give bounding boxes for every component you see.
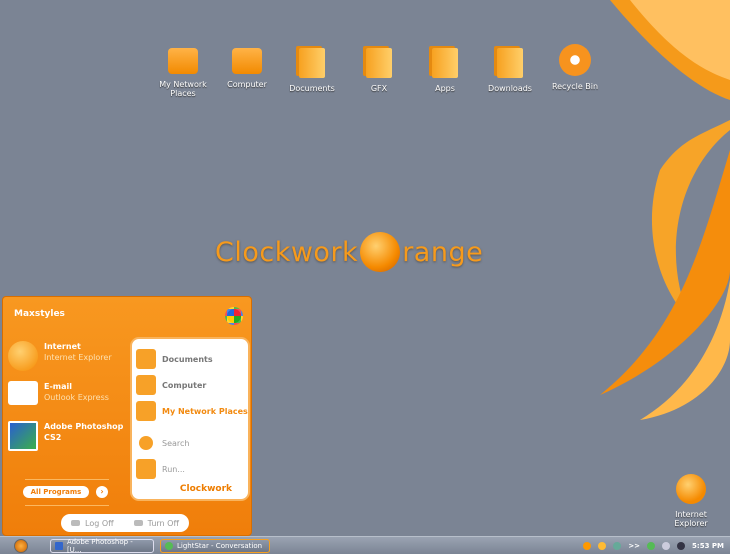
pinned-email[interactable]: E-mail Outlook Express (8, 381, 109, 405)
network-icon (136, 401, 156, 421)
clockwork-brand: Clockwork (179, 484, 232, 494)
folder-icon (493, 44, 527, 78)
log-off-button[interactable]: Log Off (71, 519, 114, 528)
network-icon (168, 48, 198, 74)
task-photoshop[interactable]: Adobe Photoshop - [U... (50, 538, 154, 554)
desktop-icon-computer[interactable]: Computer (215, 44, 279, 89)
all-programs-button[interactable]: All Programs (23, 486, 89, 498)
tray-orange-icon[interactable] (583, 541, 592, 550)
divider (25, 479, 109, 480)
orange-ball-icon (360, 232, 401, 272)
desktop-icon-recycle-bin[interactable]: Recycle Bin (543, 44, 607, 91)
task-lightstar[interactable]: LightStar - Conversation (160, 538, 270, 553)
tray-audio-icon[interactable] (662, 541, 671, 550)
photoshop-icon (55, 541, 63, 550)
desktop-icon-my-network-places[interactable]: My Network Places (151, 44, 215, 98)
internet-explorer-icon (676, 474, 706, 504)
menu-item-run[interactable]: Run... (136, 459, 185, 479)
search-icon (139, 436, 153, 450)
clockwork-orange-logo: Clockwork range (215, 232, 483, 272)
documents-icon (136, 349, 156, 369)
run-icon (136, 459, 156, 479)
desktop-icon-apps[interactable]: Apps (413, 44, 477, 93)
messenger-icon (165, 541, 173, 550)
folder-icon (428, 44, 462, 78)
menu-item-documents[interactable]: Documents (136, 349, 213, 369)
desktop-icon-gfx[interactable]: GFX (347, 44, 411, 93)
user-name: Maxstyles (14, 309, 65, 319)
tray-messenger-icon[interactable] (647, 541, 656, 550)
power-bar: Log Off Turn Off (61, 514, 189, 532)
divider (25, 505, 109, 506)
menu-item-search[interactable]: Search (136, 433, 189, 453)
tray-overflow-button[interactable]: >> (628, 542, 640, 550)
documents-icon (295, 44, 329, 78)
clock[interactable]: 5:53 PM (692, 542, 724, 550)
recycle-bin-icon (559, 44, 591, 76)
start-menu: Maxstyles Internet Internet Explorer E-ma… (2, 296, 252, 536)
photoshop-feather-icon (8, 421, 38, 451)
all-programs-arrow-icon[interactable]: › (96, 486, 108, 498)
turn-off-icon (133, 520, 143, 526)
system-tray: >> 5:53 PM (583, 541, 730, 550)
computer-icon (232, 48, 262, 74)
desktop-icon-documents[interactable]: Documents (280, 44, 344, 93)
start-button[interactable] (14, 538, 28, 553)
pinned-internet[interactable]: Internet Internet Explorer (8, 341, 112, 371)
menu-item-computer[interactable]: Computer (136, 375, 206, 395)
desktop-icon-downloads[interactable]: Downloads (478, 44, 542, 93)
tray-power-icon[interactable] (677, 541, 686, 550)
taskbar: Adobe Photoshop - [U... LightStar - Conv… (0, 536, 730, 554)
log-off-icon (71, 520, 80, 526)
email-icon (8, 381, 38, 405)
turn-off-button[interactable]: Turn Off (133, 519, 179, 528)
folder-icon (362, 44, 396, 78)
places-panel: Documents Computer My Network Places Sea… (130, 337, 250, 501)
computer-icon (136, 375, 156, 395)
pinned-photoshop[interactable]: Adobe Photoshop CS2 (8, 421, 123, 451)
tray-clock-icon[interactable] (598, 541, 607, 550)
desktop-icon-internet-explorer[interactable]: Internet Explorer (659, 474, 723, 528)
tray-network-icon[interactable] (613, 541, 622, 550)
windows-flag-icon (225, 307, 243, 325)
internet-explorer-icon (8, 341, 38, 371)
menu-item-network-places[interactable]: My Network Places (136, 401, 248, 421)
